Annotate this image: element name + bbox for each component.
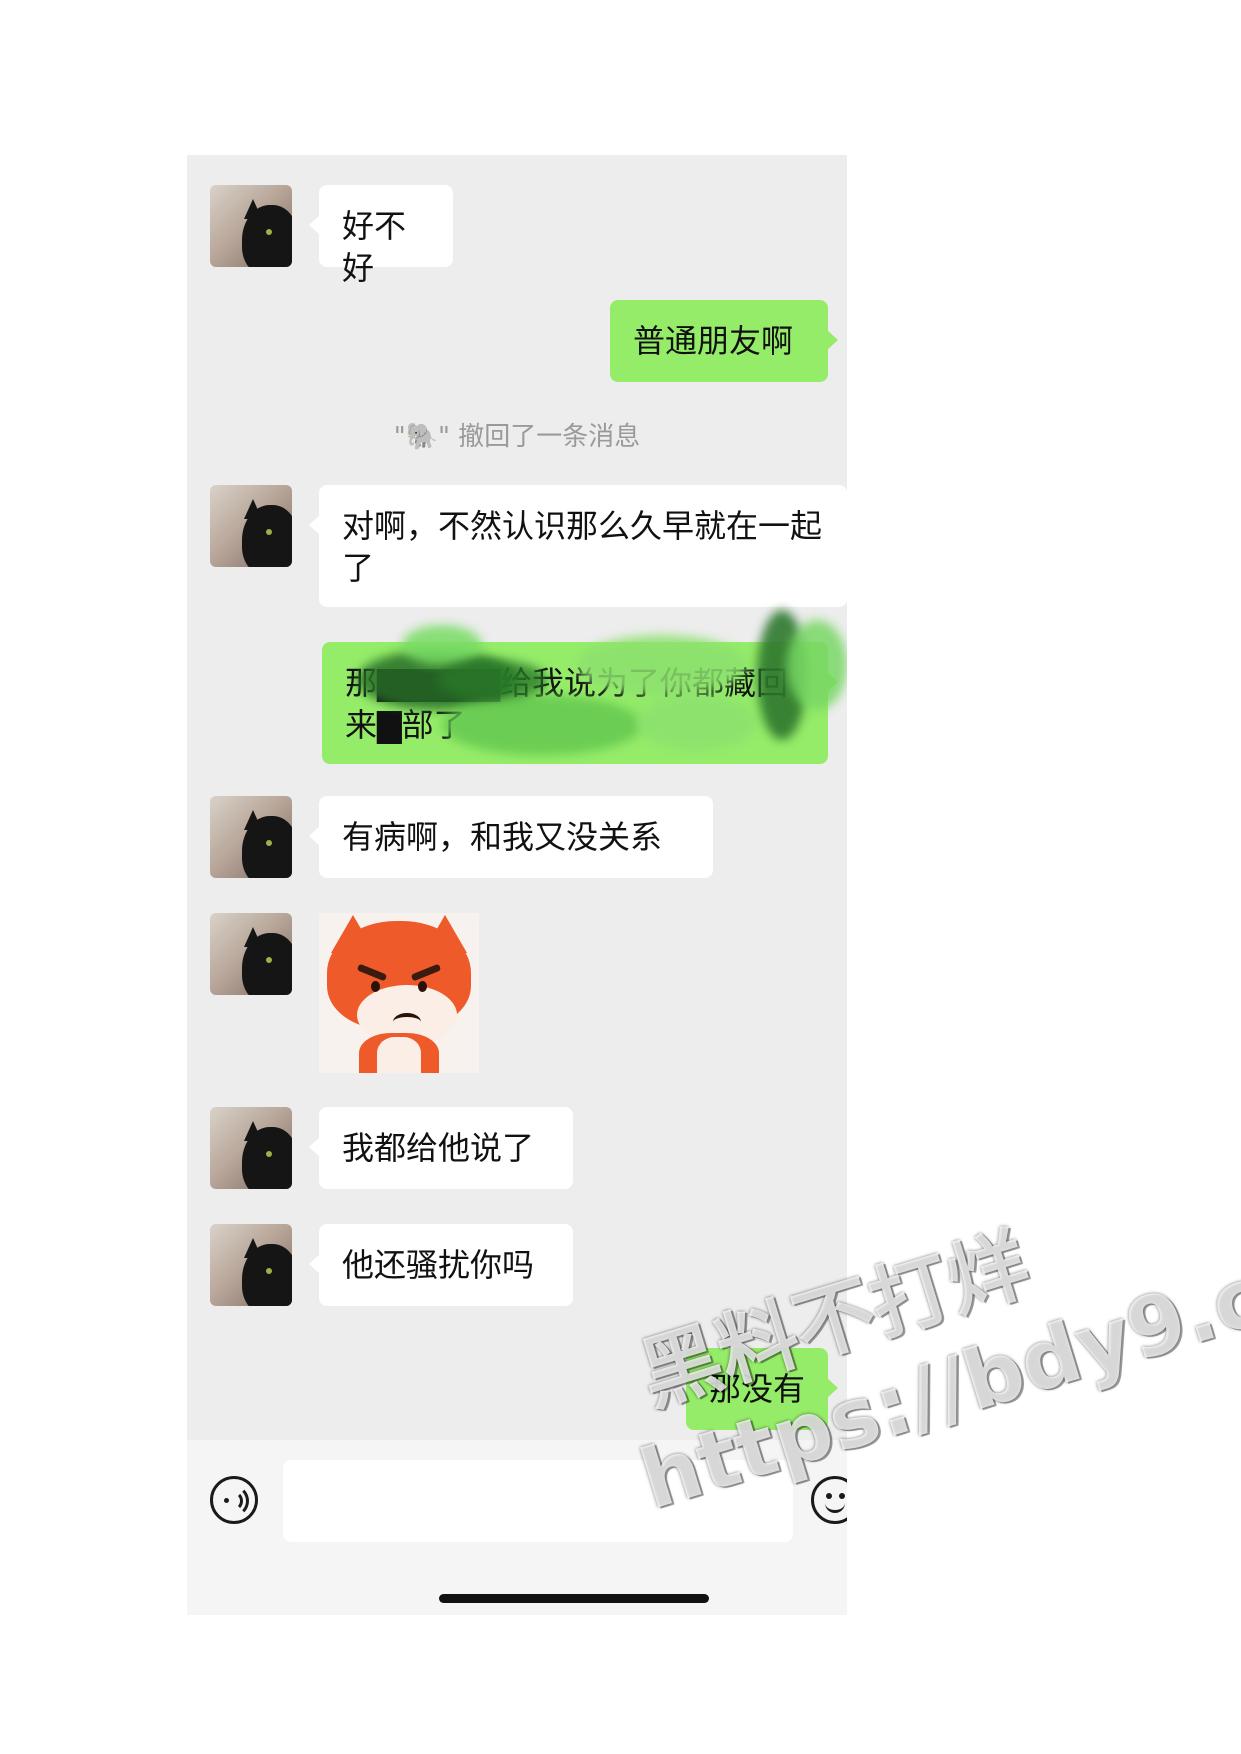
incoming-message[interactable]: 好不好 [309,185,453,287]
scribble-redaction [637,695,757,750]
recall-notice: "🐘" 撤回了一条消息 [393,422,641,452]
contact-avatar[interactable] [210,485,292,567]
emoji-icon[interactable] [811,1476,847,1524]
scribble-redaction [437,660,547,700]
incoming-message[interactable]: 对啊，不然认识那么久早就在一起了 [309,485,847,607]
contact-avatar[interactable] [210,796,292,878]
scribble-redaction [442,695,642,755]
contact-avatar[interactable] [210,913,292,995]
message-text: 好不好 [342,207,407,287]
scribble-redaction [402,625,482,665]
message-text: 他还骚扰你吗 [342,1246,535,1284]
message-text: 有病啊，和我又没关系 [342,818,663,856]
voice-input-icon[interactable] [210,1476,258,1524]
contact-avatar[interactable] [210,185,292,267]
scribble-redaction [577,635,747,695]
message-text: 对啊，不然认识那么久早就在一起了 [342,507,823,587]
incoming-message[interactable]: 有病啊，和我又没关系 [309,796,713,878]
incoming-message[interactable]: 他还骚扰你吗 [309,1224,573,1306]
angry-fox-sticker[interactable] [319,913,479,1073]
contact-avatar[interactable] [210,1224,292,1306]
scribble-redaction [787,620,847,710]
message-text: 我都给他说了 [342,1129,535,1167]
incoming-message[interactable]: 我都给他说了 [309,1107,573,1189]
message-text: 普通朋友啊 [633,322,794,360]
contact-avatar[interactable] [210,1107,292,1189]
home-indicator [439,1594,709,1603]
outgoing-message[interactable]: 普通朋友啊 [610,300,838,382]
